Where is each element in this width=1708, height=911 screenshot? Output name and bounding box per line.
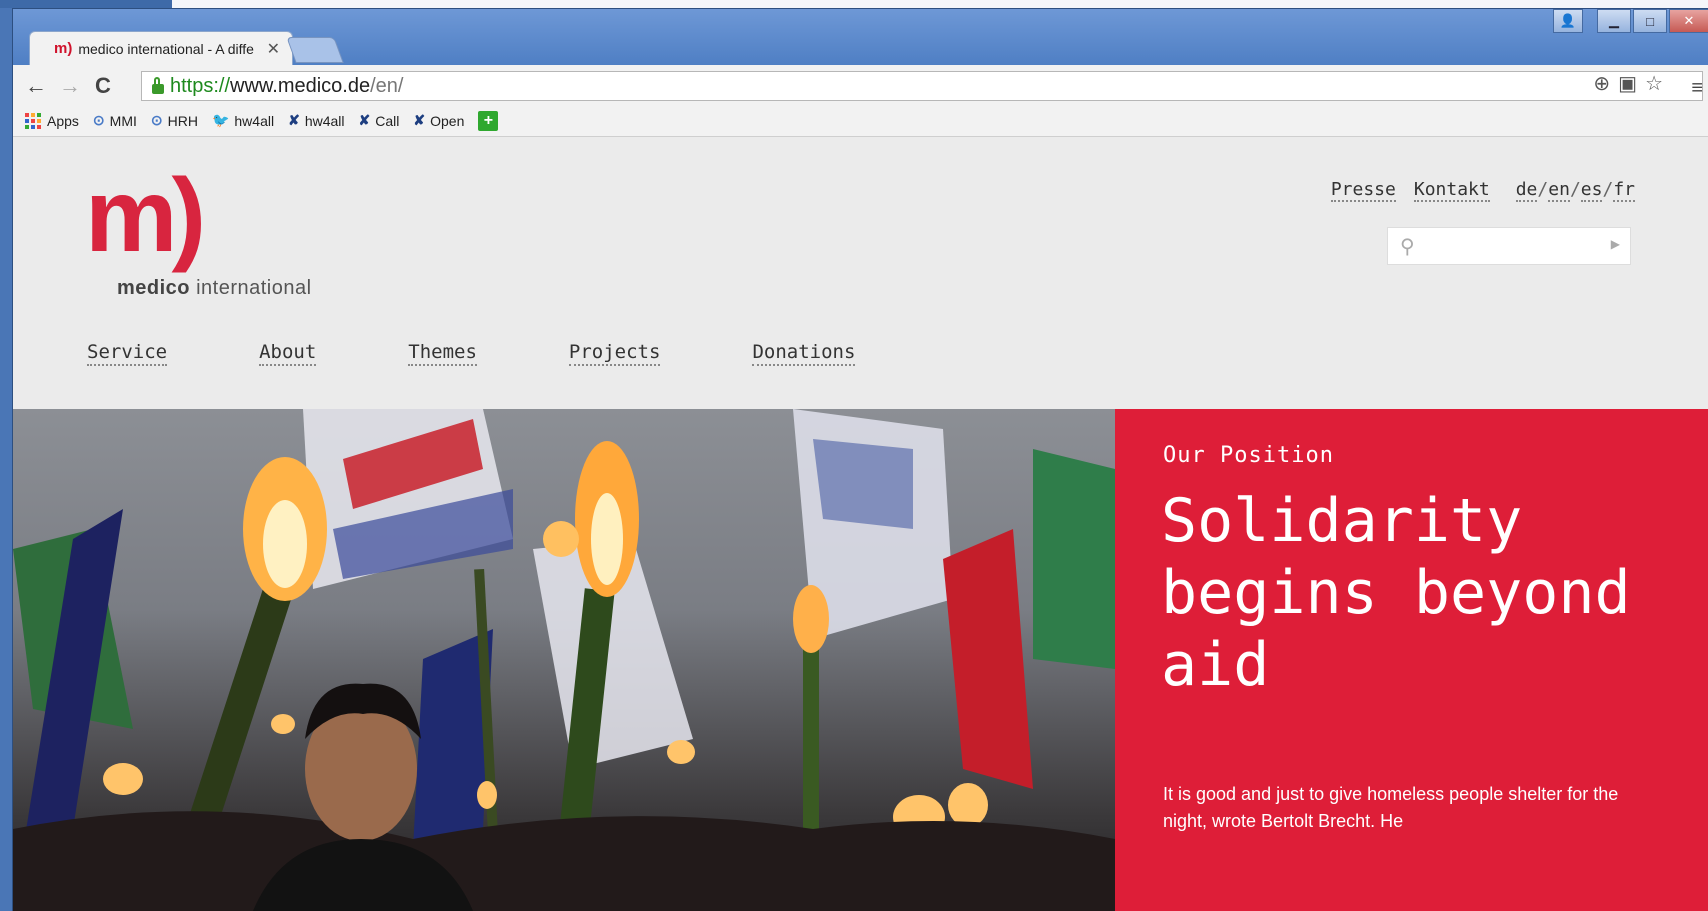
bookmark-label: Call — [375, 112, 400, 129]
hero-photo-torch-march — [13, 409, 1115, 911]
chrome-menu-icon[interactable]: ≡ — [1691, 77, 1703, 100]
twitter-bird-icon: 🐦 — [211, 112, 230, 128]
bookmark-label: MMI — [109, 112, 137, 129]
omnibox-icons: ⊕ ▣ ☆ — [1593, 71, 1663, 96]
bookmark-hrh[interactable]: ⊙ HRH — [151, 112, 198, 129]
address-bar[interactable]: https:// www.medico.de /en/ — [141, 71, 1703, 101]
hero-kicker: Our Position — [1163, 443, 1334, 468]
title-bar: m) medico international - A diffe ✕ 👤 ▁ … — [13, 9, 1708, 65]
cross-tools-icon: ✘ — [358, 112, 371, 128]
nav-themes[interactable]: Themes — [408, 341, 477, 366]
browser-toolbar: ← → C https:// www.medico.de /en/ ⊕ ▣ ☆ … — [13, 65, 1708, 105]
url-scheme: https:// — [170, 74, 231, 97]
hero-headline[interactable]: Solidarity begins beyond aid — [1161, 485, 1681, 701]
bookmark-label: hw4all — [234, 112, 275, 129]
top-links: Presse Kontakt de/en/es/fr — [1330, 179, 1635, 202]
search-icon: ⚲ — [1400, 236, 1415, 258]
web-page: m) medico international Presse Kontakt d… — [13, 137, 1708, 911]
nav-about[interactable]: About — [259, 341, 317, 366]
bookmark-open[interactable]: ✘ Open — [413, 112, 464, 129]
logo-word-medico: medico — [117, 277, 191, 299]
logo-word-international: international — [196, 277, 312, 299]
logo-mark: m) — [85, 158, 206, 274]
url-path: /en/ — [370, 74, 404, 97]
tab-title: medico international - A diffe — [78, 40, 254, 57]
medico-favicon-icon: m) — [54, 40, 73, 57]
close-window-button[interactable]: ✕ — [1669, 9, 1708, 33]
bookmark-mmi[interactable]: ⊙ MMI — [93, 112, 137, 129]
apps-grid-icon — [25, 112, 41, 129]
bookmark-label: HRH — [167, 112, 198, 129]
desktop-strip — [0, 0, 1708, 8]
circle-arrow-icon: ⊙ — [150, 112, 163, 128]
bookmark-label: Apps — [47, 112, 79, 129]
lang-es-link[interactable]: es — [1580, 179, 1603, 202]
medico-logo[interactable]: m) medico international — [85, 158, 312, 300]
lang-en-link[interactable]: en — [1548, 179, 1570, 202]
reload-icon[interactable]: C — [95, 73, 111, 99]
circle-arrow-icon: ⊙ — [92, 112, 105, 128]
back-arrow-icon[interactable]: ← — [25, 73, 47, 99]
bookmark-label: Open — [430, 112, 465, 129]
presse-link[interactable]: Presse — [1330, 179, 1396, 202]
minimize-button[interactable]: ▁ — [1597, 9, 1631, 33]
zoom-icon[interactable]: ⊕ — [1593, 71, 1610, 96]
nav-donations[interactable]: Donations — [752, 341, 856, 366]
lock-icon — [152, 77, 164, 94]
logo-wordmark: medico international — [117, 277, 312, 300]
main-nav: Service About Themes Projects Donations — [87, 341, 856, 366]
window-controls: 👤 ▁ □ ✕ — [1553, 9, 1708, 33]
lang-de-link[interactable]: de — [1515, 179, 1538, 202]
bookmark-star-icon[interactable]: ☆ — [1645, 71, 1663, 96]
add-bookmark-plus-icon[interactable]: + — [478, 110, 499, 131]
url-domain: www.medico.de — [230, 74, 371, 97]
lang-fr-link[interactable]: fr — [1613, 179, 1635, 202]
site-search-input[interactable]: ⚲ ▶ — [1387, 227, 1631, 265]
tab-close-icon[interactable]: ✕ — [267, 39, 280, 59]
hero-lede: It is good and just to give homeless peo… — [1163, 784, 1619, 831]
user-profile-icon[interactable]: 👤 — [1553, 9, 1583, 33]
maximize-button[interactable]: □ — [1633, 9, 1667, 33]
cross-tools-icon: ✘ — [413, 112, 426, 128]
new-tab-button[interactable] — [286, 37, 344, 63]
browser-window: m) medico international - A diffe ✕ 👤 ▁ … — [12, 8, 1708, 911]
nav-projects[interactable]: Projects — [568, 341, 661, 366]
translate-icon[interactable]: ▣ — [1618, 71, 1637, 96]
cross-tools-icon: ✘ — [288, 112, 300, 128]
hero-position-panel: Our Position Solidarity begins beyond ai… — [1115, 409, 1708, 911]
bookmark-call[interactable]: ✘ Call — [359, 112, 400, 129]
bookmark-apps[interactable]: Apps — [25, 112, 79, 129]
language-switcher: de/en/es/fr — [1515, 179, 1635, 202]
nav-service[interactable]: Service — [87, 341, 168, 366]
kontakt-link[interactable]: Kontakt — [1413, 179, 1490, 202]
browser-tab[interactable]: m) medico international - A diffe ✕ — [29, 31, 293, 65]
bookmark-hw4all-twitter[interactable]: 🐦 hw4all — [212, 112, 274, 129]
bookmark-label: hw4all — [304, 112, 345, 129]
search-submit-icon[interactable]: ▶ — [1611, 237, 1620, 251]
forward-arrow-icon[interactable]: → — [59, 73, 81, 99]
bookmarks-bar: Apps ⊙ MMI ⊙ HRH 🐦 hw4all ✘ hw4all ✘ Cal… — [13, 105, 1708, 137]
bookmark-hw4all[interactable]: ✘ hw4all — [288, 112, 344, 129]
